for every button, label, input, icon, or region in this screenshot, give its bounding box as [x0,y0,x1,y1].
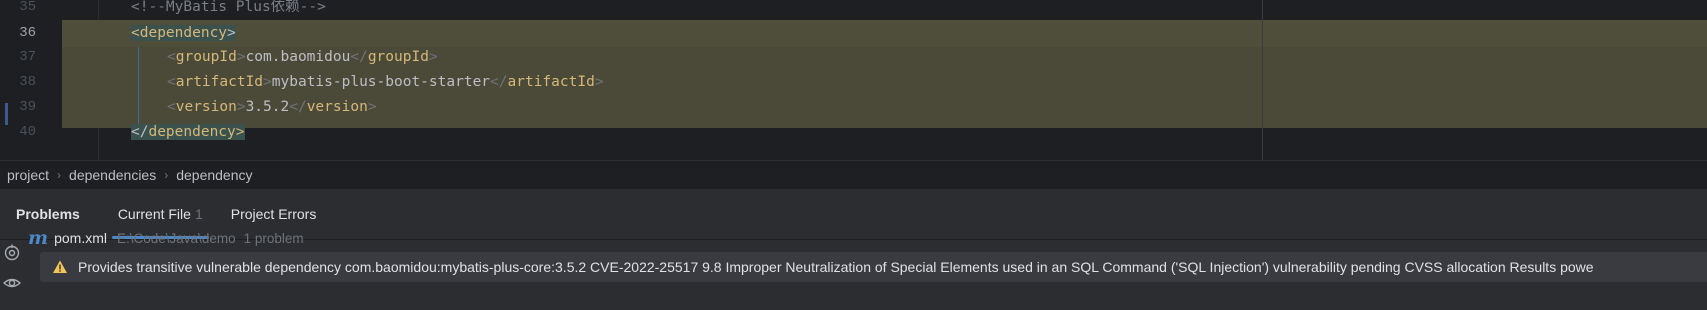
problem-count: 1 problem [243,230,304,246]
tab-label: Problems [16,206,80,222]
tag-value: com.baomidou [245,49,351,65]
panel-side-toolbar [0,240,24,310]
file-path: E:\Code\Java\demo [117,230,236,246]
tag-name: groupId [367,49,429,65]
angle-bracket: < [131,25,140,41]
warning-icon [53,260,67,273]
tag-value: 3.5.2 [245,99,290,115]
chevron-right-icon: › [164,167,169,182]
xml-close-tag: </dependency> [131,124,245,140]
tag-name: version [306,99,368,115]
code-line[interactable]: 39 <version>3.5.2</version> [0,94,1707,121]
problem-item[interactable]: Provides transitive vulnerable dependenc… [52,252,1594,282]
problem-file-node[interactable]: m pom.xml E:\Code\Java\demo 1 problem [28,226,304,250]
line-number: 40 [19,124,36,140]
code-line[interactable]: 38 <artifactId>mybatis-plus-boot-starter… [0,69,1707,96]
breadcrumb: project › dependencies › dependency [0,160,1707,188]
tab-label: Current File [117,206,191,222]
file-name: pom.xml [54,230,108,246]
angle-bracket: > [227,25,236,41]
code-line[interactable]: 37 <groupId>com.baomidou</groupId> [0,44,1707,71]
xml-comment: <!--MyBatis Plus依赖--> [131,0,326,15]
xml-element: <artifactId>mybatis-plus-boot-starter</a… [167,74,604,90]
code-editor[interactable]: 35 <!--MyBatis Plus依赖--> 36 <dependency>… [0,0,1707,160]
tab-label: Project Errors [230,206,317,222]
breadcrumb-item[interactable]: project [7,167,49,183]
xml-element: <version>3.5.2</version> [167,99,377,115]
tag-name: dependency [139,25,228,41]
tag-name: dependency [148,124,236,140]
maven-icon: m [28,227,49,249]
breadcrumb-item[interactable]: dependencies [69,167,156,183]
problem-message: Provides transitive vulnerable dependenc… [78,259,1594,275]
line-number: 39 [19,99,36,115]
line-number: 35 [19,0,36,15]
line-number: 36 [19,25,36,41]
tag-name: artifactId [507,74,595,90]
tag-name: version [175,99,237,115]
code-line[interactable]: 40 </dependency> [0,119,1707,146]
problems-panel: Problems Current File 1 Project Errors m … [0,188,1707,310]
auto-scroll-icon[interactable] [2,243,22,263]
code-line[interactable]: 35 <!--MyBatis Plus依赖--> [0,0,1707,21]
tag-name: groupId [175,49,237,65]
tab-count-badge: 1 [194,206,203,222]
line-number: 37 [19,49,36,65]
line-number: 38 [19,74,36,90]
breadcrumb-item[interactable]: dependency [176,167,252,183]
tag-value: mybatis-plus-boot-starter [271,74,491,90]
eye-icon[interactable] [2,273,22,293]
xml-open-tag: <dependency> [131,20,236,47]
code-line[interactable]: 36 <dependency> [0,20,1707,47]
chevron-right-icon: › [57,167,62,182]
xml-element: <groupId>com.baomidou</groupId> [167,49,438,65]
tag-name: artifactId [175,74,264,90]
